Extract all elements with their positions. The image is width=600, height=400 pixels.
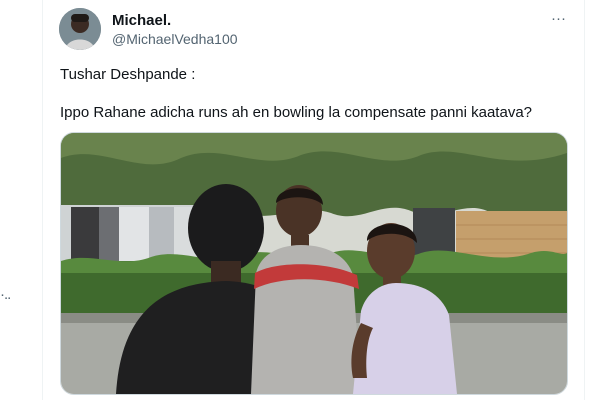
right-sidebar (584, 0, 600, 400)
tweet-text-line-2: Ippo Rahane adicha runs ah en bowling la… (60, 104, 533, 121)
more-icon[interactable]: ··· (551, 10, 566, 27)
avatar[interactable] (59, 8, 101, 50)
tweet-text-line-1: Tushar Deshpande : (60, 66, 196, 83)
meme-photo (61, 133, 567, 394)
tweet-card[interactable]: Michael. @MichaelVedha100 ··· Tushar Des… (43, 0, 583, 400)
more-options-icon[interactable]: ·.. (0, 286, 11, 303)
author-display-name[interactable]: Michael. (112, 12, 171, 29)
author-handle[interactable]: @MichaelVedha100 (112, 31, 238, 47)
tweet-media[interactable] (60, 132, 568, 395)
avatar-image (59, 8, 101, 50)
left-sidebar: ·.. (0, 0, 43, 400)
